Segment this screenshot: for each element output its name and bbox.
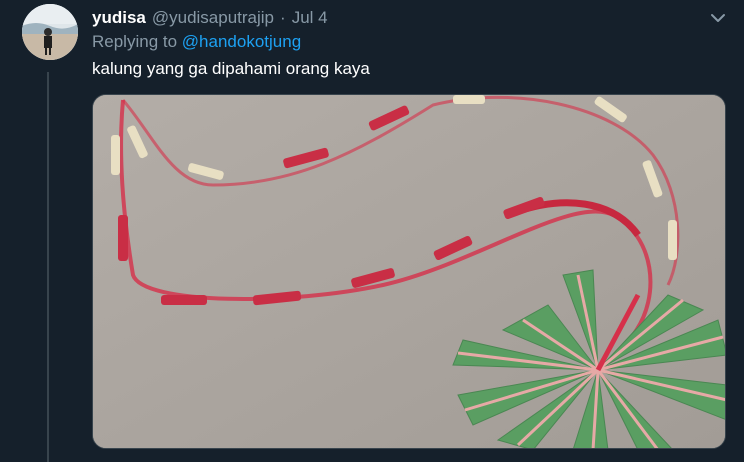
separator-dot: · bbox=[280, 8, 286, 27]
chevron-down-icon[interactable] bbox=[708, 8, 728, 28]
necklace-photo bbox=[93, 95, 725, 448]
avatar[interactable] bbox=[22, 4, 78, 60]
replying-to: Replying to @handokotjung bbox=[92, 32, 301, 52]
replying-prefix: Replying to bbox=[92, 32, 178, 51]
display-name[interactable]: yudisa bbox=[92, 8, 146, 28]
mention-link[interactable]: @handokotjung bbox=[182, 32, 301, 51]
thread-line bbox=[47, 72, 49, 462]
tweet-header: yudisa @yudisaputrajip · Jul 4 bbox=[92, 6, 724, 30]
tweet-text: kalung yang ga dipahami orang kaya bbox=[92, 59, 370, 78]
user-handle[interactable]: @yudisaputrajip bbox=[152, 8, 274, 28]
avatar-photo bbox=[22, 4, 78, 60]
tweet-timestamp[interactable]: Jul 4 bbox=[292, 8, 328, 28]
tweet-image[interactable] bbox=[92, 94, 726, 449]
